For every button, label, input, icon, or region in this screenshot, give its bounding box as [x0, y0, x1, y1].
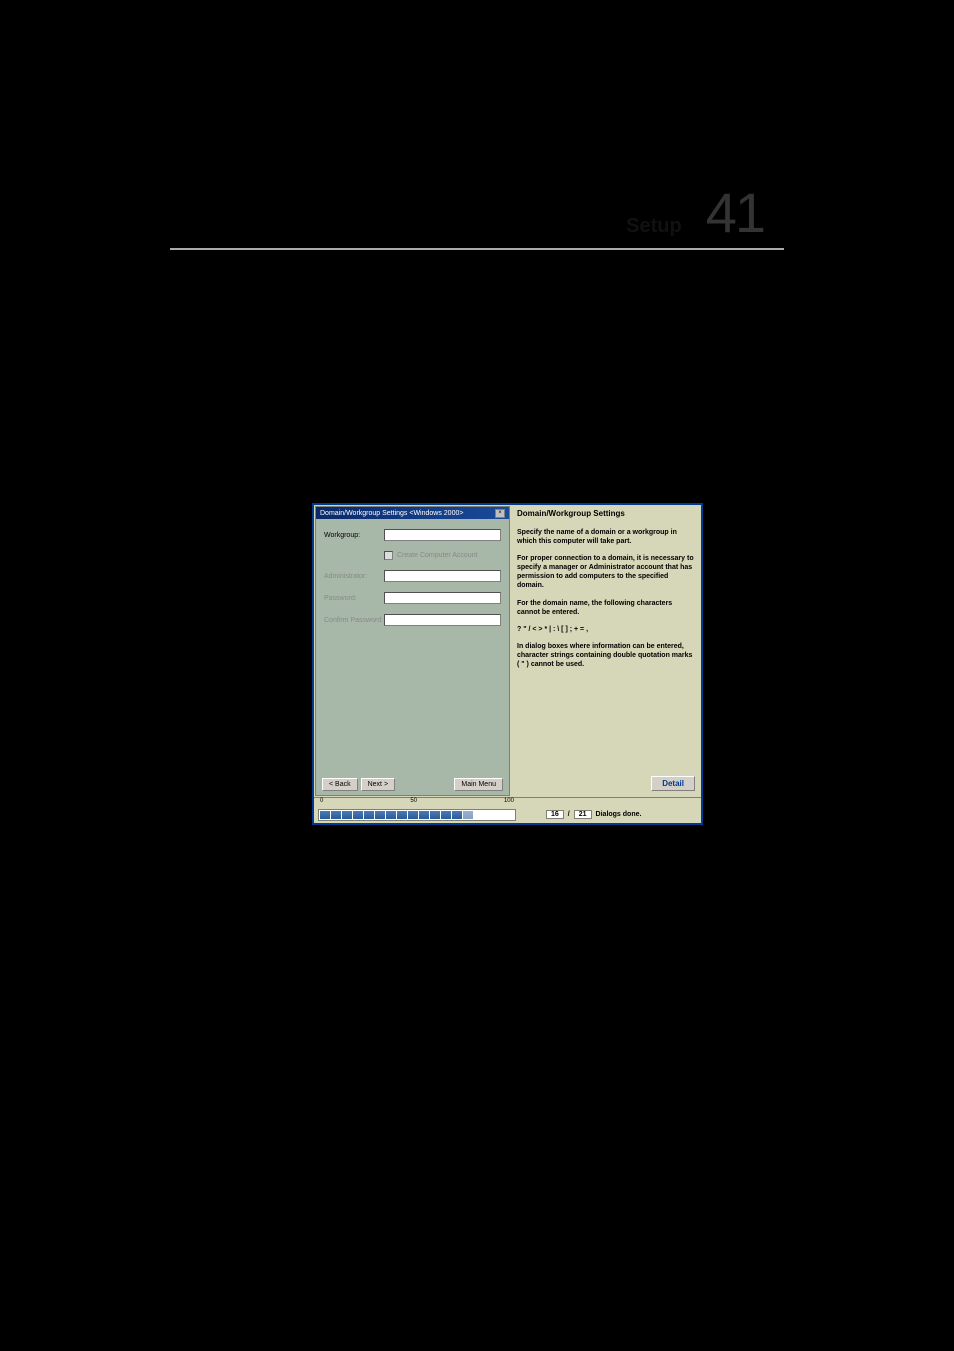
page-header: Setup 41 — [626, 180, 764, 245]
workgroup-input[interactable] — [384, 529, 501, 541]
progress-seg — [419, 811, 429, 819]
dialog-buttons: < Back Next > Main Menu — [316, 774, 509, 795]
info-para-4: ? " / < > * | : \ [ ] ; + = , — [517, 625, 695, 634]
progress-status: 16 / 21 Dialogs done. — [546, 810, 641, 819]
progress-seg — [342, 811, 352, 819]
progress-seg — [364, 811, 374, 819]
dialog-title: Domain/Workgroup Settings <Windows 2000> — [320, 510, 463, 517]
progress-current: 16 — [546, 810, 564, 819]
main-menu-button[interactable]: Main Menu — [454, 778, 503, 791]
password-label: Password: — [324, 595, 384, 602]
confirm-password-input[interactable] — [384, 614, 501, 626]
progress-seg — [397, 811, 407, 819]
progress-seg — [386, 811, 396, 819]
next-button[interactable]: Next > — [361, 778, 395, 791]
back-button[interactable]: < Back — [322, 778, 358, 791]
administrator-row: Administrator: — [324, 570, 501, 582]
workgroup-row: Workgroup: — [324, 529, 501, 541]
section-title: Domain/Workgroup Setting — [310, 278, 620, 306]
progress-bar — [318, 809, 516, 821]
page-number: 41 — [706, 180, 764, 245]
dialog-screenshot: Domain/Workgroup Settings <Windows 2000>… — [312, 503, 703, 825]
header-label: Setup — [626, 215, 682, 238]
administrator-label: Administrator: — [324, 573, 384, 580]
dialog-panel: Domain/Workgroup Settings <Windows 2000>… — [315, 506, 510, 796]
progress-slash: / — [568, 811, 570, 818]
create-account-checkbox[interactable] — [384, 551, 393, 560]
info-title: Domain/Workgroup Settings — [517, 509, 695, 518]
tick-100: 100 — [504, 798, 514, 804]
progress-seg — [331, 811, 341, 819]
form-area: Workgroup: Create Computer Account Admin… — [316, 519, 509, 774]
dialog-titlebar: Domain/Workgroup Settings <Windows 2000>… — [316, 507, 509, 519]
close-icon[interactable]: × — [495, 509, 505, 518]
progress-seg — [441, 811, 451, 819]
password-input[interactable] — [384, 592, 501, 604]
progress-seg — [320, 811, 330, 819]
administrator-input[interactable] — [384, 570, 501, 582]
info-para-3: For the domain name, the following chara… — [517, 599, 695, 617]
workgroup-label: Workgroup: — [324, 532, 384, 539]
progress-seg — [408, 811, 418, 819]
progress-seg — [452, 811, 462, 819]
progress-ruler: 0 50 100 — [320, 798, 514, 804]
confirm-password-label: Confirm Password: — [324, 617, 384, 624]
app-body: Domain/Workgroup Settings <Windows 2000>… — [314, 505, 701, 797]
create-account-label: Create Computer Account — [397, 552, 478, 559]
progress-segments — [319, 810, 474, 820]
tick-0: 0 — [320, 798, 323, 804]
info-para-2: For proper connection to a domain, it is… — [517, 554, 695, 590]
progress-seg — [375, 811, 385, 819]
progress-seg — [430, 811, 440, 819]
confirm-password-row: Confirm Password: — [324, 614, 501, 626]
password-row: Password: — [324, 592, 501, 604]
create-account-row: Create Computer Account — [384, 551, 501, 560]
progress-section: 0 50 100 16 / — [314, 797, 701, 823]
progress-status-label: Dialogs done. — [596, 811, 642, 818]
tick-50: 50 — [410, 798, 417, 804]
nav-button-group: < Back Next > — [322, 778, 395, 791]
info-para-5: In dialog boxes where information can be… — [517, 642, 695, 669]
progress-total: 21 — [574, 810, 592, 819]
header-divider — [170, 248, 784, 250]
info-para-1: Specify the name of a domain or a workgr… — [517, 528, 695, 546]
progress-seg — [463, 811, 473, 819]
info-panel: Domain/Workgroup Settings Specify the na… — [511, 505, 701, 797]
detail-button[interactable]: Detail — [651, 776, 695, 791]
progress-seg — [353, 811, 363, 819]
